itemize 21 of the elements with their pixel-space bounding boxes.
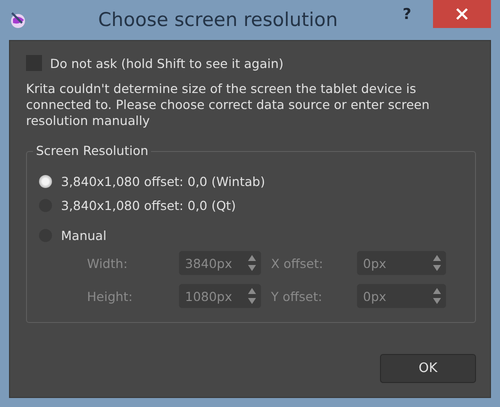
field-label: Height: [87, 288, 134, 304]
field-label: Width: [87, 256, 129, 270]
radio-label: 3,840x1,080 offset: 0,0 (Qt) [61, 198, 236, 213]
radio-button[interactable] [39, 175, 52, 188]
app-logo-icon [9, 11, 27, 29]
checkbox-label: Do not ask (hold Shift to see it again) [50, 56, 284, 70]
field-label: Y offset: [270, 288, 324, 304]
radio-label: Manual [61, 228, 106, 243]
spin-arrows-icon[interactable] [247, 287, 257, 305]
spin-arrows-icon[interactable] [432, 254, 442, 272]
field-label: X offset: [270, 256, 324, 270]
message-text: Krita couldn't determine size of the screen the tablet device is connected to. Please choose correct data source or enter screen resolution manually [26, 81, 430, 129]
spin-arrows-icon[interactable] [432, 287, 442, 305]
window-title: Choose screen resolution [97, 9, 339, 31]
group-title: Screen Resolution [33, 143, 152, 158]
close-button[interactable] [433, 0, 491, 28]
spin-arrows-icon[interactable] [247, 254, 257, 272]
close-icon[interactable] [456, 8, 468, 20]
help-button[interactable]: ? [389, 2, 425, 26]
ok-button[interactable]: OK [380, 354, 476, 383]
radio-label: 3,840x1,080 offset: 0,0 (Wintab) [61, 174, 266, 189]
